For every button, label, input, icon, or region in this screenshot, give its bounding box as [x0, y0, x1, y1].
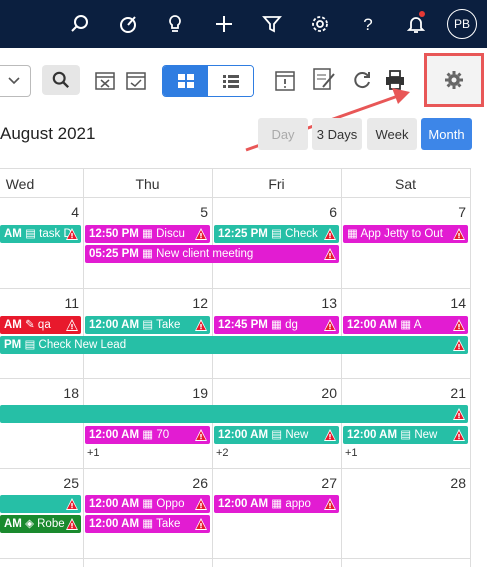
warning-icon: [66, 319, 78, 331]
calendar-event-multiday[interactable]: PM ▤ Check New Lead: [0, 336, 468, 354]
grid-line: [0, 378, 470, 379]
day-header-sat: Sat: [394, 176, 416, 192]
grid-line: [470, 168, 471, 567]
day-header-thu: Thu: [135, 176, 160, 192]
calendar-event[interactable]: 12:50 PM ▦ Discu: [85, 225, 210, 243]
calendar-event[interactable]: 12:00 AM ▤ Take: [85, 316, 210, 334]
grid-line: [212, 168, 213, 567]
day-number[interactable]: 11: [49, 295, 79, 311]
warning-icon: [66, 228, 78, 240]
day-number[interactable]: 5: [178, 204, 208, 220]
grid-line: [0, 558, 470, 559]
calendar-event[interactable]: 12:00 AM ▦ Oppo: [85, 495, 210, 513]
calendar-event[interactable]: [0, 495, 81, 513]
day-number[interactable]: 14: [436, 295, 466, 311]
calendar-event[interactable]: 12:00 AM ▤ New: [214, 426, 339, 444]
grid-line: [0, 168, 470, 169]
warning-icon: [195, 228, 207, 240]
day-number[interactable]: 27: [307, 475, 337, 491]
warning-icon: [324, 319, 336, 331]
day-number[interactable]: 18: [49, 385, 79, 401]
calendar-event[interactable]: 12:45 PM ▦ dg: [214, 316, 339, 334]
day-number[interactable]: 20: [307, 385, 337, 401]
grid-line: [0, 468, 470, 469]
more-events-link[interactable]: +2: [216, 447, 229, 459]
warning-icon: [453, 319, 465, 331]
day-number[interactable]: 26: [178, 475, 208, 491]
view-week-button[interactable]: Week: [367, 118, 417, 150]
calendar-event[interactable]: AM ◈ Robe: [0, 515, 81, 533]
day-number[interactable]: 19: [178, 385, 208, 401]
grid-line: [0, 197, 470, 198]
warning-icon: [324, 498, 336, 510]
warning-icon: [324, 429, 336, 441]
day-number[interactable]: 7: [436, 204, 466, 220]
calendar-event[interactable]: AM ▤ task D: [0, 225, 81, 243]
warning-icon: [324, 228, 336, 240]
more-events-link[interactable]: +1: [345, 447, 358, 459]
calendar-event[interactable]: 12:00 AM ▦ A: [343, 316, 468, 334]
more-events-link[interactable]: +1: [87, 447, 100, 459]
day-number[interactable]: 28: [436, 475, 466, 491]
calendar-event[interactable]: ▦ App Jetty to Out: [343, 225, 468, 243]
warning-icon: [195, 518, 207, 530]
calendar-event[interactable]: 12:00 AM ▦ Take: [85, 515, 210, 533]
month-title: August 2021: [0, 124, 96, 143]
warning-icon: [453, 339, 465, 351]
calendar-event[interactable]: AM ✎ qa: [0, 316, 81, 334]
warning-icon: [195, 319, 207, 331]
calendar-event[interactable]: 05:25 PM ▦ New client meeting: [85, 245, 339, 263]
grid-line: [83, 168, 84, 567]
view-month-button[interactable]: Month: [421, 118, 472, 150]
warning-icon: [453, 429, 465, 441]
view-day-button[interactable]: Day: [258, 118, 308, 150]
day-header-fri: Fri: [268, 176, 285, 192]
day-number[interactable]: 25: [49, 475, 79, 491]
grid-line: [341, 168, 342, 567]
day-number[interactable]: 12: [178, 295, 208, 311]
day-number[interactable]: 13: [307, 295, 337, 311]
view-3days-button[interactable]: 3 Days: [312, 118, 362, 150]
calendar-event[interactable]: 12:00 AM ▤ New: [343, 426, 468, 444]
day-number[interactable]: 4: [49, 204, 79, 220]
calendar-event[interactable]: 12:25 PM ▤ Check: [214, 225, 339, 243]
warning-icon: [453, 408, 465, 420]
warning-icon: [195, 429, 207, 441]
calendar-event-multiday[interactable]: [0, 405, 468, 423]
grid-line: [0, 288, 470, 289]
day-number[interactable]: 6: [307, 204, 337, 220]
calendar-event[interactable]: 12:00 AM ▦ appo: [214, 495, 339, 513]
warning-icon: [66, 518, 78, 530]
day-number[interactable]: 21: [436, 385, 466, 401]
warning-icon: [324, 248, 336, 260]
calendar-event[interactable]: 12:00 AM ▦ 70: [85, 426, 210, 444]
warning-icon: [195, 498, 207, 510]
warning-icon: [453, 228, 465, 240]
day-header-wed: Wed: [5, 176, 35, 192]
warning-icon: [66, 498, 78, 510]
